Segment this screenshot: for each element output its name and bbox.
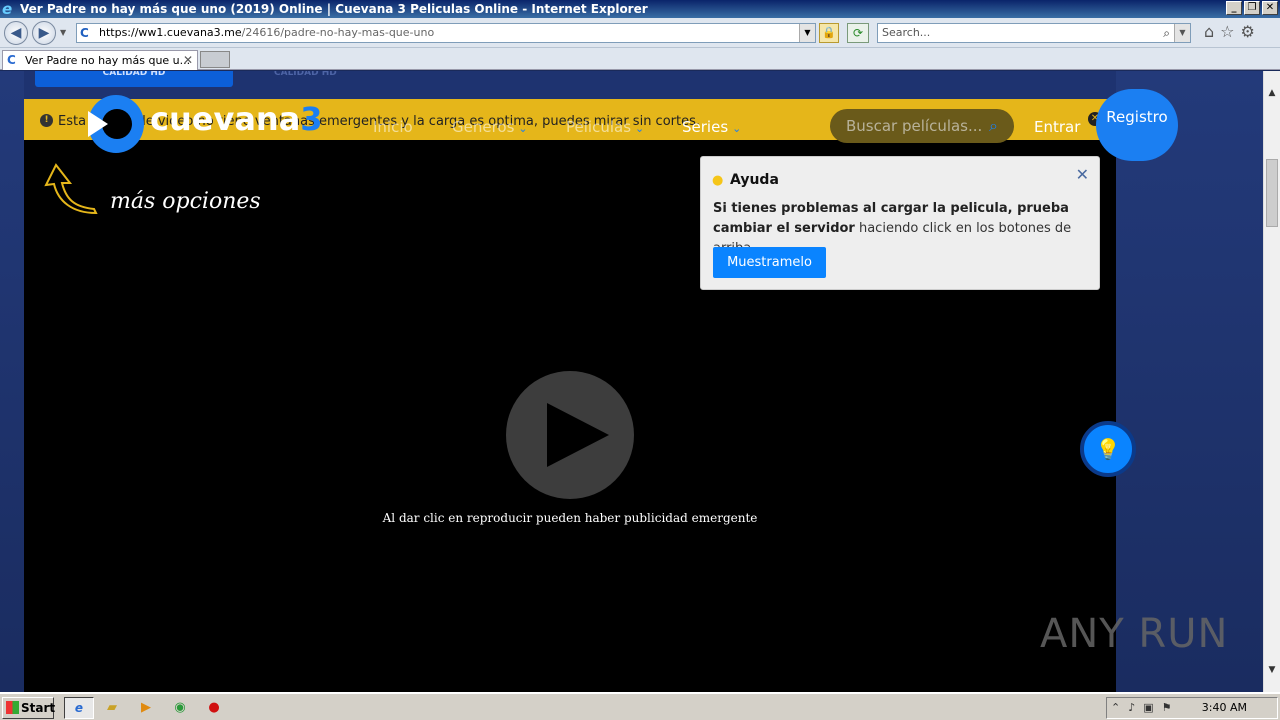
tab-active[interactable]: C Ver Padre no hay más que u... ✕	[2, 50, 198, 70]
site-search-input[interactable]: Buscar películas... ⌕	[830, 109, 1014, 143]
tab-bar: C Ver Padre no hay más que u... ✕	[0, 48, 1280, 70]
url-path: /24616/padre-no-hay-mas-que-uno	[241, 26, 435, 39]
url-host: https://ww1.cuevana3.me	[99, 26, 242, 39]
site-search-placeholder: Buscar películas...	[846, 117, 983, 135]
start-label: Start	[21, 701, 56, 715]
nav-series-label: Series	[682, 118, 729, 136]
scroll-down-icon[interactable]: ▼	[1264, 662, 1280, 678]
home-icon[interactable]: ⌂	[1204, 22, 1214, 41]
register-button[interactable]: Registro	[1096, 89, 1178, 161]
browser-search-placeholder: Search...	[882, 26, 931, 39]
up-arrow-icon	[44, 163, 98, 215]
windows-flag-icon	[6, 701, 19, 714]
media-player-icon[interactable]: ▶	[138, 700, 154, 716]
search-icon[interactable]: ⌕	[1163, 24, 1170, 42]
restore-button[interactable]: ❐	[1244, 1, 1260, 15]
window-title: Ver Padre no hay más que uno (2019) Onli…	[20, 2, 648, 16]
address-dropdown-icon[interactable]: ▼	[799, 24, 815, 42]
window-title-bar: e Ver Padre no hay más que uno (2019) On…	[0, 0, 1280, 18]
favorites-star-icon[interactable]: ☆	[1220, 22, 1234, 41]
nav-inicio[interactable]: Inicio	[373, 118, 413, 136]
browser-search-input[interactable]: Search... ⌕ ▼	[877, 23, 1191, 43]
help-title: Ayuda	[730, 172, 779, 188]
start-button[interactable]: Start	[2, 697, 56, 719]
login-link[interactable]: Entrar	[1034, 118, 1080, 136]
search-dropdown-icon[interactable]: ▼	[1174, 24, 1190, 42]
chrome-icon[interactable]: ◉	[172, 700, 188, 716]
tray-icons[interactable]: ⌃♪▣⚑	[1111, 698, 1180, 718]
page-viewport: CALIDAD HD CALIDAD HD ! Esta opción de v…	[0, 71, 1263, 692]
more-options-hint: más opciones	[110, 189, 261, 214]
show-me-button[interactable]: Muestramelo	[713, 247, 826, 278]
clock: 3:40 AM	[1201, 701, 1247, 714]
back-button[interactable]: ◀	[4, 21, 28, 45]
logo-text: cuevana3	[150, 100, 323, 138]
chevron-down-icon: ⌄	[635, 122, 645, 135]
logo-word: cuevana	[150, 100, 301, 138]
site-favicon-icon: C	[80, 26, 89, 40]
server-button-2[interactable]: CALIDAD HD	[274, 71, 337, 78]
new-tab-button[interactable]	[200, 51, 230, 68]
taskbar: Start e ▰ ▶ ◉ ● ⌃♪▣⚑ 3:40 AM	[0, 692, 1280, 720]
nav-peliculas[interactable]: Peliculas ⌄	[566, 118, 644, 136]
forward-button[interactable]: ▶	[32, 21, 56, 45]
play-icon	[547, 403, 609, 467]
tab-favicon-icon: C	[7, 53, 16, 67]
logo-play-icon	[88, 111, 108, 137]
logo-number: 3	[300, 100, 323, 138]
history-dropdown-icon[interactable]: ▼	[60, 28, 66, 37]
server-button-1[interactable]: CALIDAD HD	[35, 71, 233, 87]
chevron-down-icon: ⌄	[518, 122, 528, 135]
folder-icon[interactable]: ▰	[104, 700, 120, 716]
opera-icon[interactable]: ●	[206, 700, 222, 716]
info-icon: !	[40, 114, 53, 127]
help-close-icon[interactable]: ✕	[1076, 165, 1089, 184]
help-lightbulb-button[interactable]: 💡	[1080, 421, 1136, 477]
site-search-icon[interactable]: ⌕	[989, 109, 998, 143]
lightbulb-icon: ●	[712, 173, 724, 188]
taskbar-ie-icon[interactable]: e	[64, 697, 94, 719]
browser-tools: ⌂ ☆ ⚙	[1204, 22, 1255, 41]
nav-inicio-label: Inicio	[373, 118, 413, 136]
window-controls: _ ❐ ✕	[1226, 1, 1278, 15]
refresh-icon[interactable]: ⟳	[847, 23, 869, 43]
video-play-button[interactable]	[506, 371, 634, 499]
site-logo[interactable]: cuevana3	[88, 95, 328, 155]
lock-icon[interactable]: 🔒	[819, 23, 839, 43]
chevron-down-icon: ⌄	[732, 122, 742, 135]
player-message: Al dar clic en reproducir pueden haber p…	[382, 511, 758, 525]
tab-close-icon[interactable]: ✕	[183, 51, 193, 70]
scroll-thumb[interactable]	[1266, 159, 1278, 227]
close-window-button[interactable]: ✕	[1262, 1, 1278, 15]
vertical-scrollbar[interactable]: ▲ ▼	[1263, 71, 1280, 692]
anyrun-watermark: ANY RUN	[1040, 611, 1229, 657]
nav-generos[interactable]: Generos ⌄	[452, 118, 528, 136]
address-bar[interactable]: C https://ww1.cuevana3.me/24616/padre-no…	[76, 23, 816, 43]
tab-title: Ver Padre no hay más que u...	[25, 54, 191, 67]
ie-logo-icon: e	[2, 0, 13, 18]
nav-generos-label: Generos	[452, 118, 515, 136]
help-popup: ● Ayuda ✕ Si tienes problemas al cargar …	[700, 156, 1100, 290]
minimize-button[interactable]: _	[1226, 1, 1242, 15]
scroll-up-icon[interactable]: ▲	[1264, 85, 1280, 101]
settings-gear-icon[interactable]: ⚙	[1241, 22, 1255, 41]
navigation-bar: ◀ ▶ ▼ C https://ww1.cuevana3.me/24616/pa…	[0, 18, 1280, 48]
nav-peliculas-label: Peliculas	[566, 118, 632, 136]
system-tray: ⌃♪▣⚑ 3:40 AM	[1106, 697, 1278, 719]
nav-series[interactable]: Series ⌄	[682, 118, 741, 136]
